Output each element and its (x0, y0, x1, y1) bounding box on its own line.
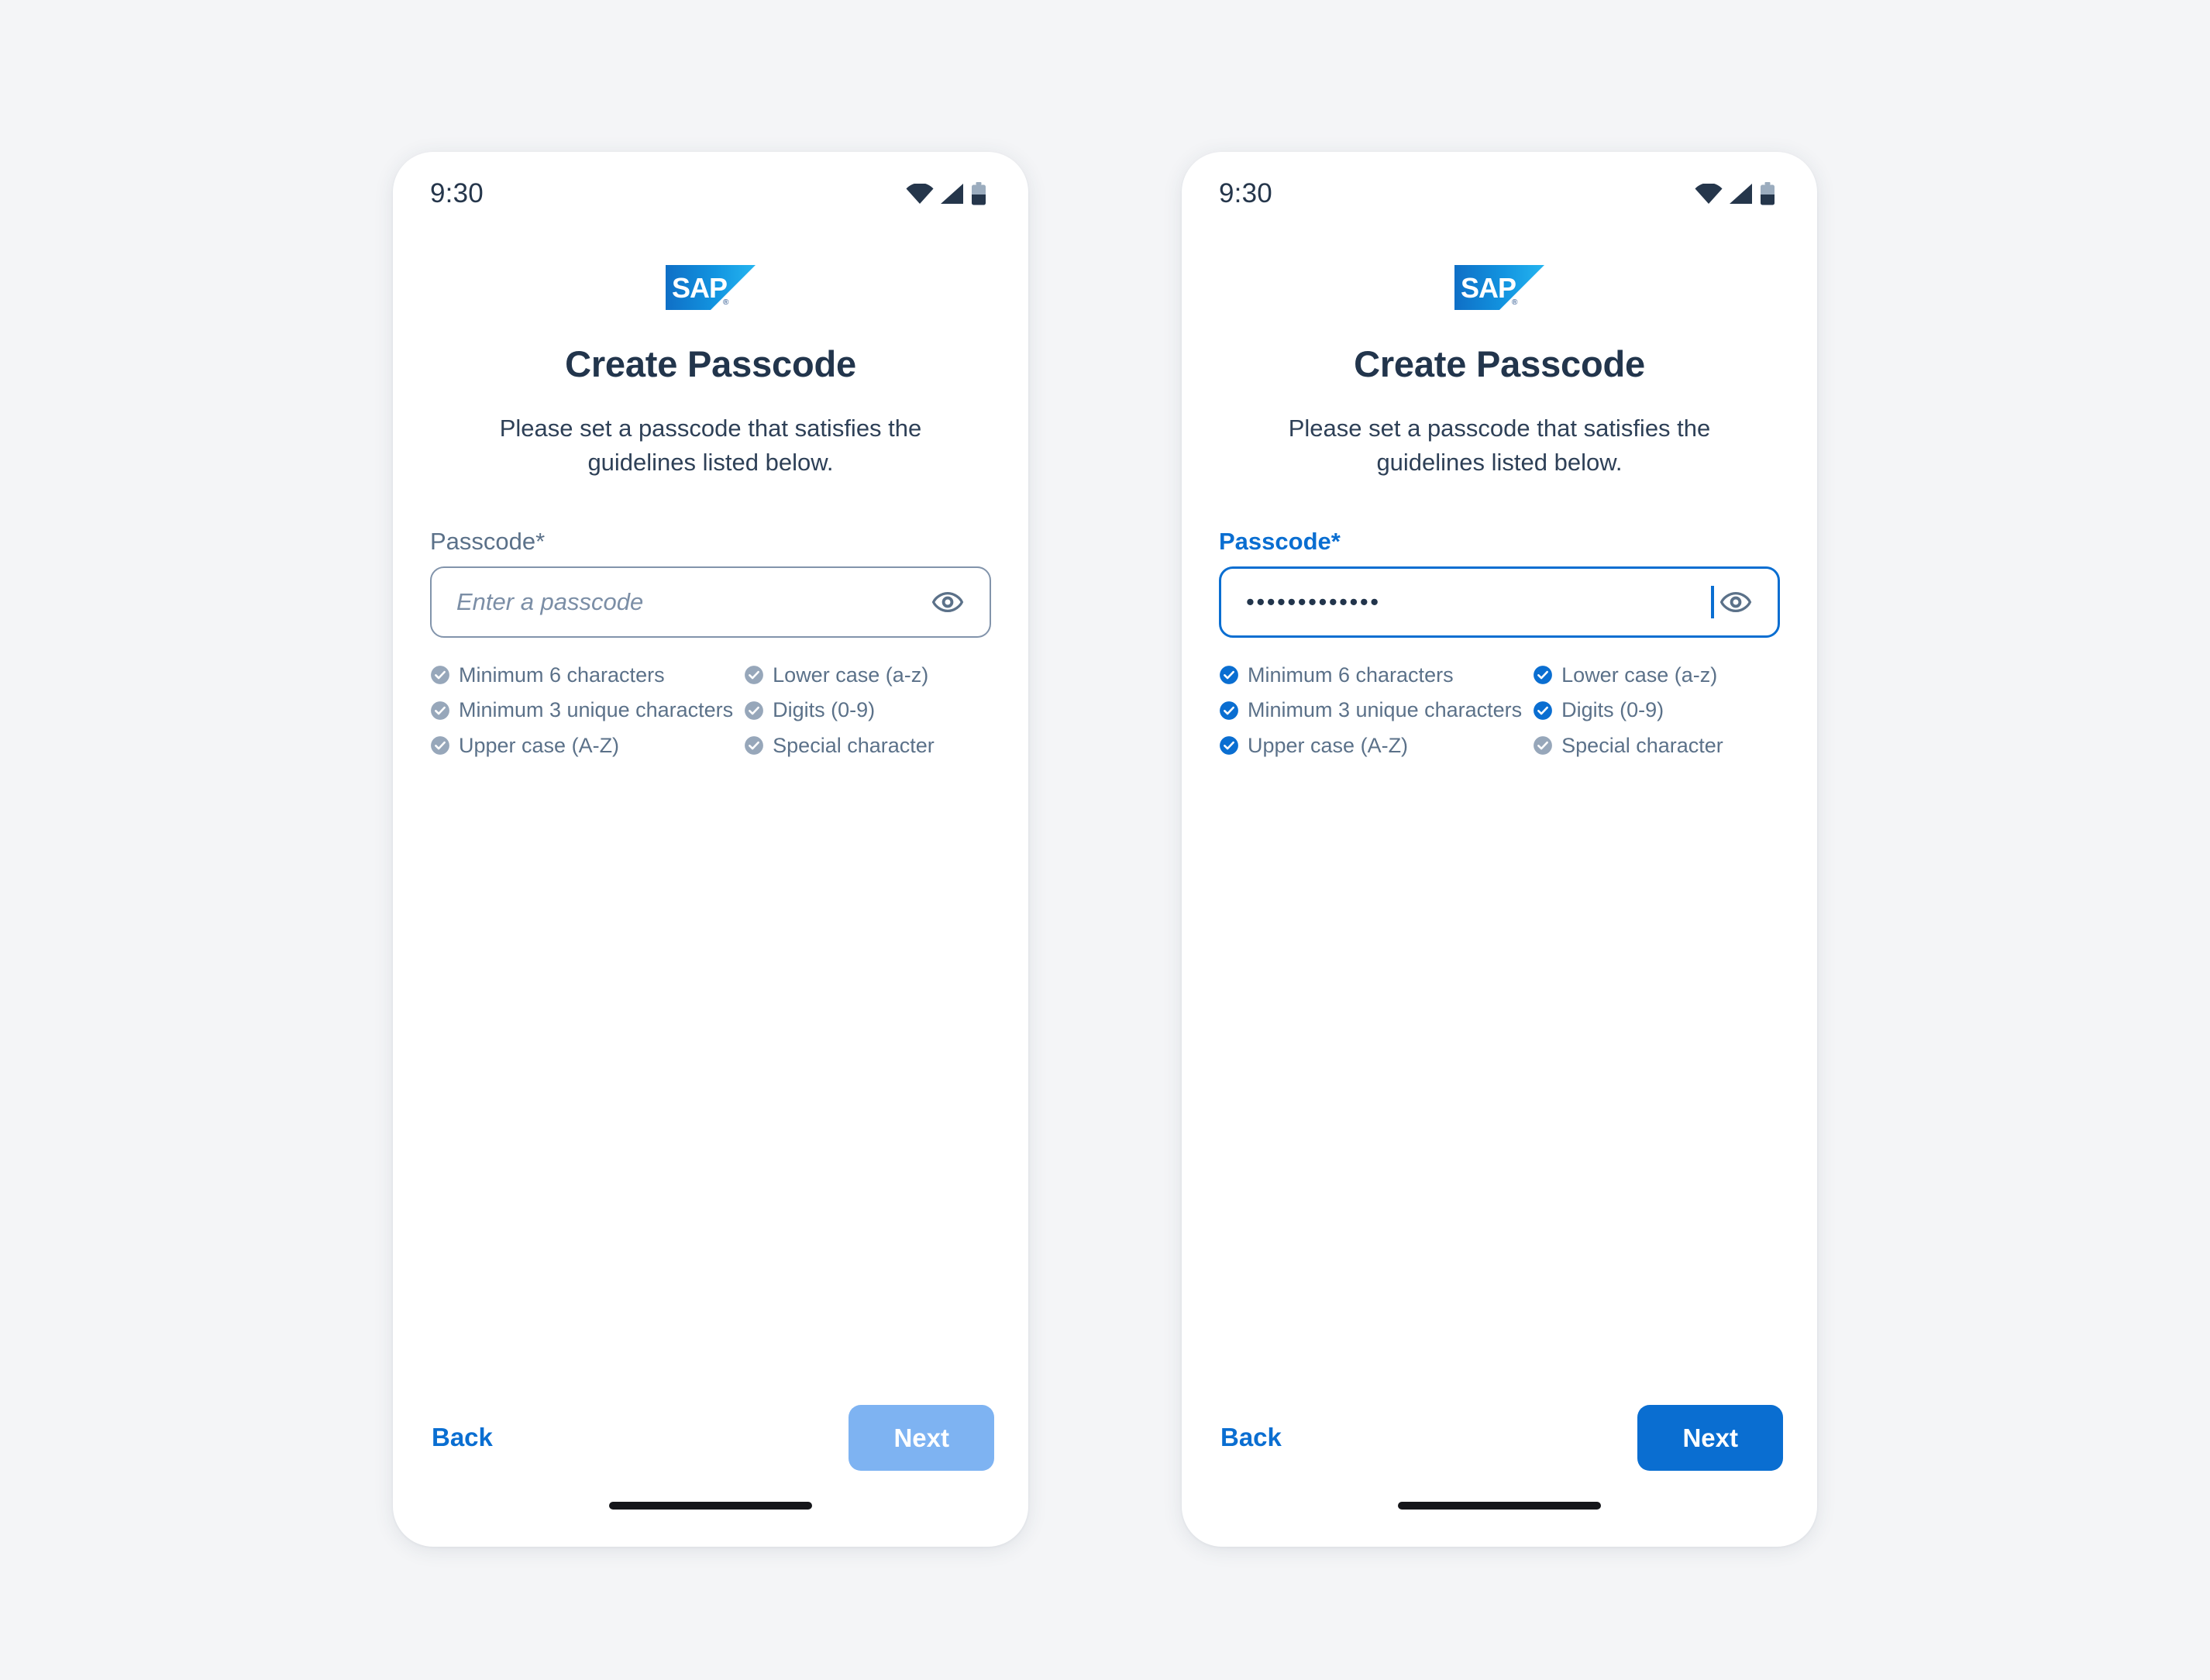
back-button[interactable]: Back (416, 1412, 508, 1463)
password-rule-label: Lower case (a-z) (1561, 663, 1718, 687)
page-title: Create Passcode (565, 343, 856, 384)
passcode-input[interactable]: ••••••••••••• (1219, 566, 1780, 639)
eye-icon[interactable] (926, 580, 969, 624)
password-rule-label: Minimum 6 characters (459, 663, 665, 687)
passcode-value: ••••••••••••• (1246, 588, 1381, 616)
sap-logo: SAP ® (1454, 265, 1544, 310)
screen-footer: Back Next (1182, 1373, 1817, 1502)
phone-screen-empty-state: 9:30 SAP ® Create Passcode Please set a pass… (393, 152, 1028, 1547)
check-circle-inactive-icon (430, 735, 450, 756)
status-bar-time: 9:30 (1219, 178, 1272, 208)
screen-content: SAP ® Create Passcode Please set a passcode… (1182, 236, 1817, 1373)
passcode-label: Passcode* (1219, 528, 1341, 556)
check-circle-filled-icon (1219, 735, 1239, 756)
password-rules-list: Minimum 6 characters Lower case (a-z) Mini… (1219, 661, 1780, 759)
password-rule-label: Upper case (A-Z) (459, 733, 620, 757)
password-rule-item: Minimum 6 characters (1219, 661, 1522, 689)
page-subtitle: Please set a passcode that satisfies the… (1288, 415, 1711, 477)
status-bar: 9:30 (393, 152, 1028, 236)
svg-text:SAP: SAP (1461, 272, 1516, 304)
passcode-label: Passcode* (430, 528, 546, 556)
check-circle-inactive-icon (744, 735, 764, 756)
password-rule-label: Minimum 3 unique characters (1248, 698, 1523, 722)
wifi-icon (1695, 184, 1723, 204)
next-button[interactable]: Next (1637, 1404, 1783, 1471)
passcode-input[interactable]: Enter a passcode (430, 566, 991, 639)
cellular-signal-icon (941, 184, 964, 204)
home-indicator (609, 1502, 812, 1510)
check-circle-inactive-icon (430, 701, 450, 721)
password-rule-item: Minimum 3 unique characters (430, 696, 733, 724)
home-indicator-wrap (1182, 1502, 1817, 1547)
status-bar-icons (1695, 182, 1775, 205)
sap-logo: SAP ® (666, 265, 756, 310)
wifi-icon (906, 184, 934, 204)
status-bar-icons (906, 182, 986, 205)
password-rule-item: Minimum 6 characters (430, 661, 733, 689)
status-bar-time: 9:30 (430, 178, 484, 208)
svg-text:SAP: SAP (672, 272, 727, 304)
next-button[interactable]: Next (849, 1404, 994, 1471)
battery-icon (1760, 182, 1775, 205)
check-circle-inactive-icon (744, 701, 764, 721)
password-rule-label: Minimum 6 characters (1248, 663, 1454, 687)
sap-logo-wrap: SAP ® (430, 265, 991, 310)
check-circle-filled-icon (1219, 701, 1239, 721)
password-rule-item: Digits (0-9) (744, 696, 991, 724)
page-subtitle: Please set a passcode that satisfies the… (499, 415, 922, 477)
password-rule-item: Special character (1533, 732, 1780, 759)
password-rule-item: Lower case (a-z) (744, 661, 991, 689)
password-rule-item: Special character (744, 732, 991, 759)
passcode-placeholder: Enter a passcode (456, 588, 644, 616)
screenshot-canvas: 9:30 SAP ® Create Passcode Please set a pass… (0, 0, 2210, 1680)
status-bar: 9:30 (1182, 152, 1817, 236)
passcode-field-block: Passcode* Enter a passcode Minimum 6 chara… (430, 528, 991, 759)
password-rule-label: Minimum 3 unique characters (459, 698, 734, 722)
password-rule-item: Lower case (a-z) (1533, 661, 1780, 689)
back-button[interactable]: Back (1205, 1412, 1297, 1463)
password-rule-label: Upper case (A-Z) (1248, 733, 1409, 757)
page-title: Create Passcode (1354, 343, 1645, 384)
screen-footer: Back Next (393, 1373, 1028, 1502)
home-indicator (1398, 1502, 1601, 1510)
password-rule-label: Digits (0-9) (773, 698, 876, 722)
password-rule-item: Digits (0-9) (1533, 696, 1780, 724)
svg-text:®: ® (723, 298, 729, 307)
password-rule-item: Upper case (A-Z) (1219, 732, 1522, 759)
password-rule-item: Upper case (A-Z) (430, 732, 733, 759)
phone-screen-filled-state: 9:30 SAP ® Create Passcode Please set a pass… (1182, 152, 1817, 1547)
password-rule-label: Lower case (a-z) (773, 663, 929, 687)
password-rule-item: Minimum 3 unique characters (1219, 696, 1522, 724)
password-rules-list: Minimum 6 characters Lower case (a-z) Mini… (430, 661, 991, 759)
check-circle-filled-icon (1533, 665, 1553, 685)
passcode-field-block: Passcode* ••••••••••••• Minimum 6 characte… (1219, 528, 1780, 759)
sap-logo-wrap: SAP ® (1219, 265, 1780, 310)
check-circle-inactive-icon (1533, 735, 1553, 756)
check-circle-filled-icon (1219, 665, 1239, 685)
check-circle-filled-icon (1533, 701, 1553, 721)
password-rule-label: Special character (773, 733, 935, 757)
check-circle-inactive-icon (744, 665, 764, 685)
eye-icon[interactable] (1714, 580, 1757, 624)
check-circle-inactive-icon (430, 665, 450, 685)
screen-content: SAP ® Create Passcode Please set a passcode… (393, 236, 1028, 1373)
svg-text:®: ® (1512, 298, 1518, 307)
password-rule-label: Digits (0-9) (1561, 698, 1664, 722)
battery-icon (971, 182, 986, 205)
cellular-signal-icon (1730, 184, 1753, 204)
password-rule-label: Special character (1561, 733, 1723, 757)
home-indicator-wrap (393, 1502, 1028, 1547)
